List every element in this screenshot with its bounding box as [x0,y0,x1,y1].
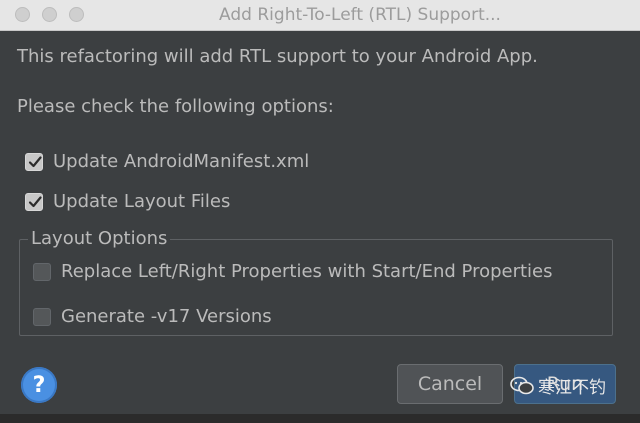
generate-v17-checkbox[interactable] [33,307,51,326]
replace-properties-label: Replace Left/Right Properties with Start… [61,261,553,282]
options-prompt: Please check the following options: [17,96,334,117]
update-manifest-label: Update AndroidManifest.xml [53,151,310,172]
watermark-text: 寒江不钓 [538,378,606,398]
intro-text: This refactoring will add RTL support to… [17,46,538,67]
replace-properties-checkbox[interactable] [33,262,51,281]
replace-properties-option[interactable]: Replace Left/Right Properties with Start… [33,261,553,282]
checkmark-icon [28,195,42,207]
generate-v17-option[interactable]: Generate -v17 Versions [33,306,272,327]
help-icon: ? [32,372,46,398]
checkmark-icon [28,155,42,167]
update-manifest-checkbox[interactable] [25,152,43,171]
generate-v17-label: Generate -v17 Versions [61,306,272,327]
window-title: Add Right-To-Left (RTL) Support... [219,5,501,25]
watermark: 寒江不钓 [510,373,606,398]
update-layouts-checkbox[interactable] [25,192,43,211]
title-bar: Add Right-To-Left (RTL) Support... [0,0,640,31]
update-layouts-option[interactable]: Update Layout Files [25,191,230,212]
cancel-button[interactable]: Cancel [397,364,503,404]
update-layouts-label: Update Layout Files [53,191,231,212]
update-manifest-option[interactable]: Update AndroidManifest.xml [25,151,309,172]
layout-options-title: Layout Options [28,228,171,249]
help-button[interactable]: ? [21,367,57,403]
wechat-icon [510,376,534,394]
bottom-edge [0,414,640,423]
